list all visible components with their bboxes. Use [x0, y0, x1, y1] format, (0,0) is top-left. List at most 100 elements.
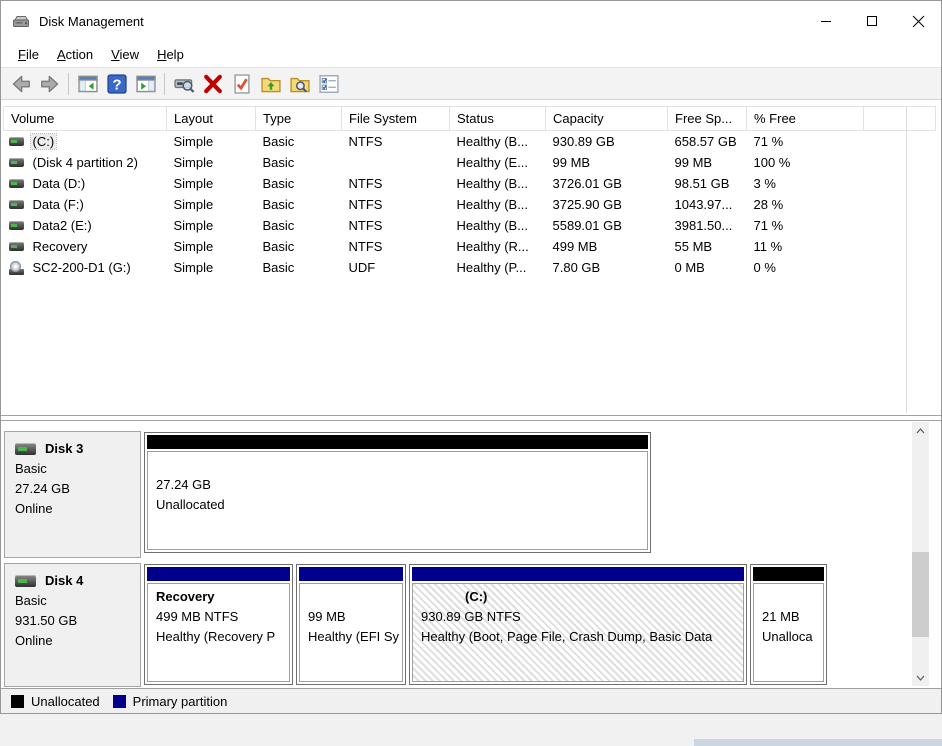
partition-size: 930.89 GB NTFS: [421, 607, 743, 627]
status-cell: Healthy (B...: [450, 194, 546, 215]
partition-body: Recovery499 MB NTFSHealthy (Recovery P: [147, 583, 290, 682]
percent-free-cell: 28 %: [747, 194, 864, 215]
type-cell: Basic: [256, 257, 342, 278]
volume-row-data-f[interactable]: Data (F:)SimpleBasicNTFSHealthy (B...372…: [4, 194, 936, 215]
capacity-cell: 930.89 GB: [546, 131, 668, 153]
disk-status: Online: [15, 499, 140, 519]
device-view-icon: [173, 73, 195, 95]
explore-icon: [289, 73, 311, 95]
explore-button[interactable]: [285, 71, 314, 97]
percent-free-cell: 11 %: [747, 236, 864, 257]
volume-row-disk-4-partition-2[interactable]: (Disk 4 partition 2)SimpleBasicHealthy (…: [4, 152, 936, 173]
scroll-down-button[interactable]: [912, 670, 929, 685]
properties-icon: [318, 73, 340, 95]
partition-unallocated[interactable]: 27.24 GBUnallocated: [144, 432, 651, 553]
volume-cell-inner: (C:): [9, 131, 167, 152]
help-button[interactable]: ?: [102, 71, 131, 97]
show-action-pane-icon: [135, 73, 157, 95]
volume-label: Recovery: [31, 239, 90, 254]
layout-cell: Simple: [167, 152, 256, 173]
volume-label: Data (F:): [31, 197, 86, 212]
filler-cell: [864, 173, 936, 194]
show-action-pane-button[interactable]: [131, 71, 160, 97]
partition-type-bar: [147, 567, 290, 581]
toolbar: ?: [1, 67, 941, 100]
disk-header-disk-4[interactable]: Disk 4Basic931.50 GBOnline: [4, 563, 141, 687]
volume-row-data-d[interactable]: Data (D:)SimpleBasicNTFSHealthy (B...372…: [4, 173, 936, 194]
show-console-tree-icon: [77, 73, 99, 95]
volume-cell-inner: Data2 (E:): [9, 215, 167, 236]
column-header-volume[interactable]: Volume: [4, 107, 167, 131]
maximize-button[interactable]: [849, 1, 895, 41]
volume-cell: Data (D:): [4, 173, 167, 194]
column-header-type[interactable]: Type: [256, 107, 342, 131]
partition-body: 21 MBUnalloca: [753, 583, 824, 682]
volume-label: Data (D:): [31, 176, 88, 191]
column-header-layout[interactable]: Layout: [167, 107, 256, 131]
show-console-tree-button[interactable]: [73, 71, 102, 97]
column-header-filler: [864, 107, 936, 131]
minimize-button[interactable]: [803, 1, 849, 41]
status-cell: Healthy (B...: [450, 215, 546, 236]
status-cell: Healthy (P...: [450, 257, 546, 278]
status-cell: Healthy (B...: [450, 173, 546, 194]
layout-cell: Simple: [167, 236, 256, 257]
partition-c[interactable]: (C:)930.89 GB NTFSHealthy (Boot, Page Fi…: [409, 564, 747, 685]
properties-button[interactable]: [314, 71, 343, 97]
free-space-cell: 98.51 GB: [668, 173, 747, 194]
partition-name: Recovery: [156, 587, 289, 607]
volume-row-c[interactable]: (C:)SimpleBasicNTFSHealthy (B...930.89 G…: [4, 131, 936, 153]
forward-button[interactable]: [35, 71, 64, 97]
disk-volume-icon: [9, 242, 24, 251]
percent-free-cell: 0 %: [747, 257, 864, 278]
partition-recovery[interactable]: Recovery499 MB NTFSHealthy (Recovery P: [144, 564, 293, 685]
menu-action[interactable]: Action: [48, 44, 102, 65]
volume-row-data2-e[interactable]: Data2 (E:)SimpleBasicNTFSHealthy (B...55…: [4, 215, 936, 236]
capacity-cell: 5589.01 GB: [546, 215, 668, 236]
partition-status: Unallocated: [156, 495, 647, 515]
disk-name-line: Disk 3: [15, 439, 140, 459]
file-system-cell: NTFS: [342, 236, 450, 257]
column-header-file-system[interactable]: File System: [342, 107, 450, 131]
partition-healthy-efi-sy[interactable]: 99 MBHealthy (EFI Sy: [296, 564, 406, 685]
device-view-button[interactable]: [169, 71, 198, 97]
menu-help[interactable]: Help: [148, 44, 193, 65]
partition-unalloca[interactable]: 21 MBUnalloca: [750, 564, 827, 685]
percent-free-cell: 3 %: [747, 173, 864, 194]
back-button[interactable]: [6, 71, 35, 97]
disk-size: 27.24 GB: [15, 479, 140, 499]
app-icon: [12, 14, 30, 29]
volume-cell: (Disk 4 partition 2): [4, 152, 167, 173]
scroll-up-button[interactable]: [912, 423, 929, 438]
partition-name: [156, 455, 647, 475]
window-controls: [803, 1, 941, 41]
capacity-cell: 3725.90 GB: [546, 194, 668, 215]
legend-swatch-unallocated: [11, 695, 24, 708]
disk-header-disk-3[interactable]: Disk 3Basic27.24 GBOnline: [4, 431, 141, 558]
svg-text:?: ?: [112, 76, 121, 93]
disk-status: Online: [15, 631, 140, 651]
partition-body: (C:)930.89 GB NTFSHealthy (Boot, Page Fi…: [412, 583, 744, 682]
volume-row-recovery[interactable]: RecoverySimpleBasicNTFSHealthy (R...499 …: [4, 236, 936, 257]
column-header-free-sp[interactable]: Free Sp...: [668, 107, 747, 131]
close-button[interactable]: [895, 1, 941, 41]
disk-size: 931.50 GB: [15, 611, 140, 631]
menu-file[interactable]: File: [9, 44, 48, 65]
delete-volume-button[interactable]: [198, 71, 227, 97]
column-header-capacity[interactable]: Capacity: [546, 107, 668, 131]
mark-partition-active-button[interactable]: [227, 71, 256, 97]
toolbar-separator: [164, 73, 165, 95]
toolbar-separator: [68, 73, 69, 95]
scrollbar-thumb[interactable]: [912, 552, 929, 637]
disk-list: Disk 3Basic27.24 GBOnline 27.24 GBUnallo…: [1, 421, 911, 688]
volume-cell-inner: Data (F:): [9, 194, 167, 215]
menu-view[interactable]: View: [102, 44, 148, 65]
open-button[interactable]: [256, 71, 285, 97]
percent-free-cell: 71 %: [747, 215, 864, 236]
column-header-status[interactable]: Status: [450, 107, 546, 131]
vertical-scrollbar[interactable]: [912, 422, 929, 686]
volume-cell-inner: Recovery: [9, 236, 167, 257]
column-header-free[interactable]: % Free: [747, 107, 864, 131]
partition-size: 499 MB NTFS: [156, 607, 289, 627]
volume-row-sc2-200-d1-g[interactable]: SC2-200-D1 (G:)SimpleBasicUDFHealthy (P.…: [4, 257, 936, 278]
